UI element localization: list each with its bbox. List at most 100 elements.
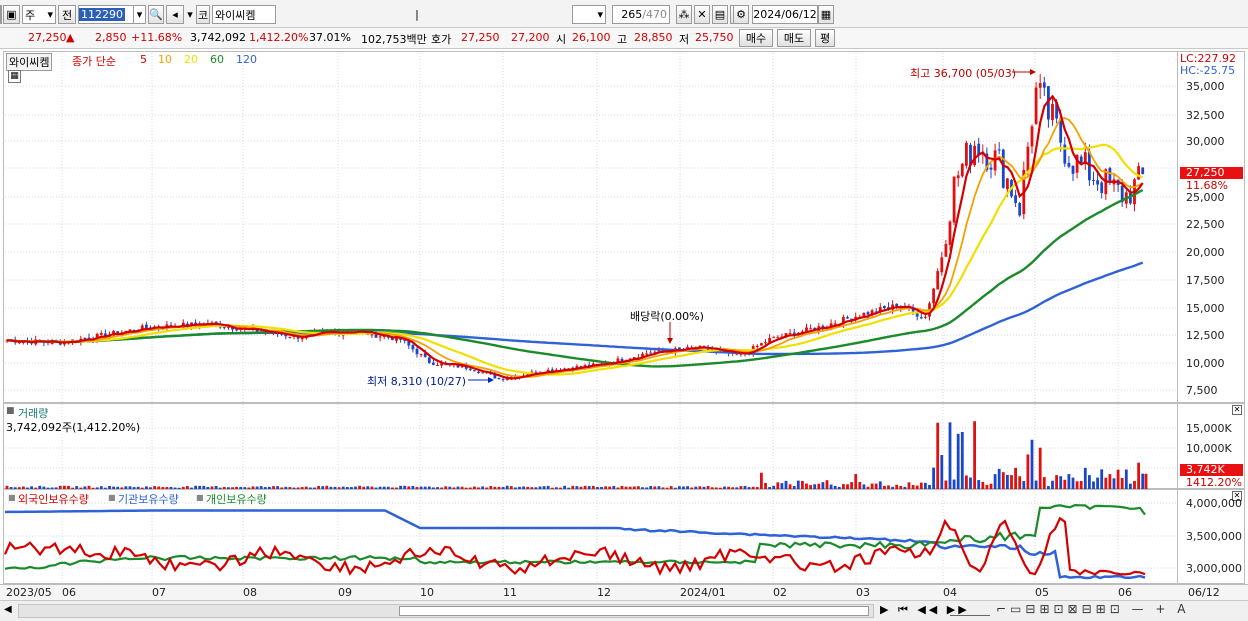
volume-bar — [591, 485, 595, 489]
volume-bar — [952, 479, 956, 489]
candle-body — [973, 145, 976, 166]
candle-body — [944, 244, 948, 257]
candle-body — [948, 221, 952, 245]
volume-bar — [1042, 477, 1046, 489]
close-icon[interactable]: ✕ — [1232, 405, 1242, 415]
x-tick: 08 — [243, 586, 257, 599]
volume-bar — [1071, 477, 1075, 489]
candle-body — [99, 333, 103, 335]
volume-bar — [190, 487, 193, 489]
volume-bar — [243, 487, 247, 489]
volume-bar — [632, 486, 636, 489]
volume-bar — [571, 485, 575, 489]
volume-bar — [317, 485, 320, 489]
scrollbar-thumb[interactable] — [399, 606, 869, 616]
volume-bar — [341, 486, 345, 489]
candle-body — [924, 316, 927, 318]
candle-body — [1038, 83, 1042, 88]
volume-bar — [423, 486, 427, 489]
candle-body — [919, 317, 923, 319]
chart-tools-icons[interactable]: ⌐▭⊟⊞⊡⊠⊟⊞⊡ — + A — [996, 602, 1189, 616]
volume-bar — [38, 485, 42, 489]
last-volume-tag: 3,742K — [1180, 464, 1243, 476]
volume-bar — [1137, 462, 1140, 489]
volume-bar — [218, 487, 222, 489]
volume-bar — [690, 487, 694, 489]
horizontal-scrollbar[interactable] — [18, 604, 874, 618]
zoom-slider[interactable] — [950, 604, 990, 616]
volume-bar — [563, 485, 566, 489]
candle-body — [1067, 162, 1071, 167]
candle-body — [1042, 82, 1046, 88]
volume-bar — [1104, 477, 1108, 489]
volume-bar — [546, 485, 550, 489]
candle-body — [481, 372, 484, 374]
volume-bar — [157, 486, 161, 489]
x-tick: 2024/01 — [680, 586, 726, 599]
volume-bar — [456, 486, 460, 489]
volume-bar — [550, 487, 554, 489]
volume-value-text: 3,742,092주(1,412.20%) — [6, 421, 141, 434]
stock-name-tag[interactable]: 와이씨켐 — [6, 53, 53, 71]
volume-bar — [653, 486, 657, 489]
volume-bar — [887, 485, 890, 489]
volume-bar — [497, 486, 501, 489]
volume-bar — [694, 486, 698, 489]
volume-bar — [1014, 467, 1017, 489]
volume-bar — [620, 485, 624, 489]
volume-bar — [112, 486, 115, 489]
volume-bar — [829, 484, 833, 489]
volume-bar — [50, 487, 54, 489]
volume-bar — [255, 486, 259, 489]
scroll-left-icon[interactable]: ◀ — [4, 604, 12, 615]
price-tick: 25,000 — [1186, 191, 1225, 204]
candle-body — [1092, 179, 1095, 181]
volume-bar — [567, 487, 571, 489]
volume-bar — [91, 487, 95, 489]
candle-body — [300, 337, 304, 340]
volume-bar — [755, 487, 759, 489]
low-annotation: 최저 8,310 (10/27) — [367, 375, 467, 388]
candle-body — [1018, 202, 1022, 216]
volume-bar — [1116, 469, 1120, 489]
candle-body — [1014, 195, 1017, 203]
calculator-icon[interactable]: ▦ — [8, 70, 21, 83]
volume-bar — [965, 475, 968, 489]
volume-bar — [788, 484, 792, 489]
volume-bar — [743, 485, 747, 489]
volume-bar — [436, 487, 439, 489]
volume-bar — [362, 486, 366, 489]
volume-bar — [149, 487, 152, 489]
volume-bar — [165, 487, 169, 489]
bottom-bar: ◀ ▶ ⏮ ◀◀ ▶▶ ⌐▭⊟⊞⊡⊠⊟⊞⊡ — + A — [0, 600, 1248, 621]
volume-bar — [378, 486, 382, 489]
volume-bar — [751, 486, 755, 489]
ma-line-60 — [6, 188, 1144, 368]
volume-bar — [723, 486, 726, 489]
volume-bar — [641, 487, 644, 489]
volume-bar — [702, 486, 706, 489]
volume-bar — [272, 486, 275, 489]
volume-bar — [981, 481, 985, 489]
volume-bar — [309, 487, 312, 489]
volume-bar — [1006, 474, 1009, 489]
volume-bar — [95, 487, 99, 489]
volume-bar — [116, 486, 120, 489]
volume-bar — [542, 486, 546, 489]
volume-bar — [833, 485, 837, 489]
volume-bar — [214, 485, 218, 489]
volume-tick: 10,000K — [1186, 442, 1232, 455]
ma-line-120 — [6, 261, 1144, 356]
volume-bar — [850, 482, 853, 489]
volume-bar — [731, 487, 735, 489]
volume-bar — [772, 485, 776, 489]
candle-body — [960, 163, 964, 177]
volume-bar — [63, 485, 66, 489]
x-tick: 12 — [597, 586, 611, 599]
volume-bar — [1055, 475, 1058, 489]
volume-bar — [534, 487, 538, 489]
candle-body — [415, 348, 419, 355]
price-tick: 10,000 — [1186, 357, 1225, 370]
volume-bar — [1096, 477, 1099, 489]
holding-tick: 3,000,000 — [1186, 562, 1242, 575]
